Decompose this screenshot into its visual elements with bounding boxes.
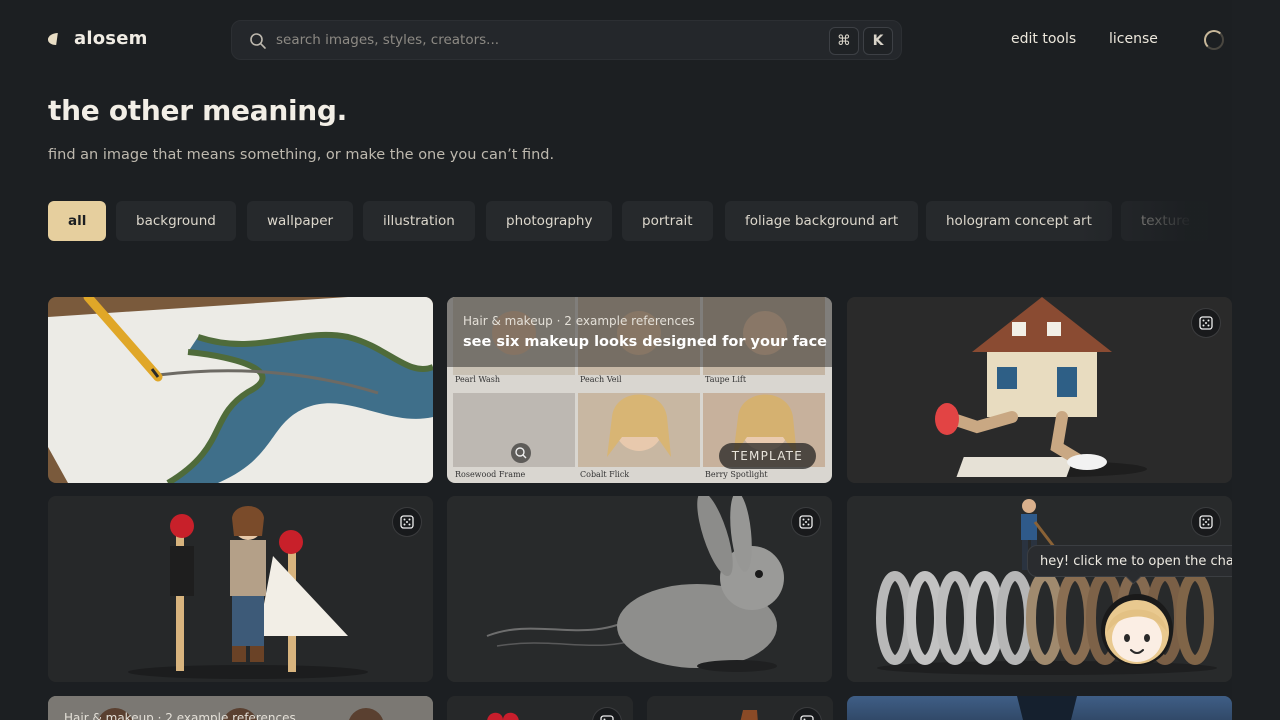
chat-avatar[interactable] bbox=[1097, 588, 1177, 668]
chip-foliage-background-art[interactable]: foliage background art bbox=[725, 201, 919, 241]
dice-icon[interactable] bbox=[1191, 507, 1221, 537]
dust-rabbit-image bbox=[447, 496, 832, 682]
chip-photography[interactable]: photography bbox=[486, 201, 613, 241]
dice-icon[interactable] bbox=[1191, 308, 1221, 338]
search-bar[interactable]: ⌘ K bbox=[231, 20, 902, 60]
chip-all[interactable]: all bbox=[48, 201, 107, 241]
page-subtitle: find an image that means something, or m… bbox=[48, 147, 555, 163]
dice-icon[interactable] bbox=[392, 507, 422, 537]
page-title: the other meaning. bbox=[48, 94, 347, 127]
template-meta: Hair & makeup · 2 example references bbox=[64, 711, 296, 720]
dice-icon[interactable] bbox=[791, 507, 821, 537]
look-label: Pearl Wash bbox=[455, 375, 501, 384]
look-label: Cobalt Flick bbox=[580, 470, 630, 479]
right-gutter bbox=[1232, 0, 1280, 720]
category-chips: all background wallpaper illustration ph… bbox=[48, 201, 1208, 241]
brand-logo[interactable]: alosem bbox=[47, 28, 148, 49]
shortcut-key-badge: K bbox=[863, 27, 893, 55]
blue-scene-image bbox=[847, 696, 1232, 720]
chip-background[interactable]: background bbox=[116, 201, 236, 241]
loading-spinner-icon[interactable] bbox=[1204, 30, 1224, 50]
image-card-heart[interactable] bbox=[447, 696, 633, 720]
chip-portrait[interactable]: portrait bbox=[622, 201, 713, 241]
image-card-boot[interactable] bbox=[647, 696, 833, 720]
chip-illustration[interactable]: illustration bbox=[363, 201, 475, 241]
zoom-icon[interactable] bbox=[511, 443, 531, 463]
template-card-makeup-2[interactable]: Hair & makeup · 2 example references bbox=[48, 696, 433, 720]
look-label: Berry Spotlight bbox=[705, 470, 768, 479]
logo-mark-icon bbox=[47, 32, 58, 45]
top-bar: alosem ⌘ K edit tools license bbox=[0, 0, 1232, 80]
brand-name: alosem bbox=[74, 28, 148, 49]
chips-fade-overlay bbox=[1080, 195, 1232, 245]
search-icon bbox=[250, 33, 266, 49]
template-meta: Hair & makeup · 2 example references bbox=[463, 314, 695, 328]
look-label: Taupe Lift bbox=[705, 375, 747, 384]
matchstick-wedding-image bbox=[48, 496, 433, 682]
image-card-matchstick-wedding[interactable] bbox=[48, 496, 433, 682]
running-house-image bbox=[847, 297, 1232, 483]
pencil-river-image bbox=[48, 297, 433, 483]
image-card-running-house[interactable] bbox=[847, 297, 1232, 483]
template-badge: TEMPLATE bbox=[718, 443, 816, 469]
image-card-blue-scene[interactable] bbox=[847, 696, 1232, 720]
template-title: see six makeup looks designed for your f… bbox=[463, 334, 828, 350]
look-label: Rosewood Frame bbox=[455, 470, 526, 479]
nav-edit-tools[interactable]: edit tools bbox=[1011, 31, 1076, 47]
nav-license[interactable]: license bbox=[1109, 31, 1158, 47]
image-card-dust-rabbit[interactable] bbox=[447, 496, 832, 682]
image-card-pencil-river[interactable] bbox=[48, 297, 433, 483]
chip-wallpaper[interactable]: wallpaper bbox=[247, 201, 354, 241]
command-key-icon: ⌘ bbox=[829, 27, 859, 55]
look-label: Peach Veil bbox=[580, 375, 622, 384]
search-input[interactable] bbox=[276, 21, 816, 59]
template-card-makeup[interactable]: Hair & makeup · 2 example references see… bbox=[447, 297, 832, 483]
